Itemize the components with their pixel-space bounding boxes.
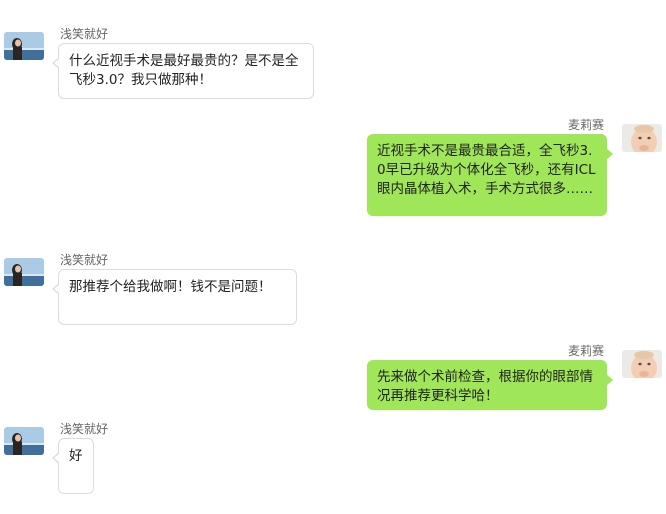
beach-woman-avatar-icon[interactable] [4,427,44,455]
baby-avatar-icon[interactable] [622,124,662,152]
message-bubble[interactable]: 什么近视手术是最好最贵的？是不是全飞秒3.0？我只做那种！ [52,43,314,99]
message-bubble[interactable]: 先来做个术前检查，根据你的眼部情况再推荐更科学哈！ [367,360,613,410]
sender-name: 浅笑就好 [60,422,109,436]
beach-woman-avatar-icon[interactable] [4,32,44,60]
sender-name: 浅笑就好 [60,27,109,41]
sender-name: 麦莉赛 [568,118,605,132]
message-bubble[interactable]: 那推荐个给我做啊！钱不是问题！ [52,269,297,325]
message-bubble[interactable]: 近视手术不是最贵最合适，全飞秒3.0早已升级为个体化全飞秒，还有ICL眼内晶体植… [367,134,613,216]
beach-woman-avatar-icon[interactable] [4,258,44,286]
sender-name: 浅笑就好 [60,253,109,267]
baby-avatar-icon[interactable] [622,350,662,378]
message-bubble[interactable]: 好 [52,438,94,494]
sender-name: 麦莉赛 [568,344,605,358]
